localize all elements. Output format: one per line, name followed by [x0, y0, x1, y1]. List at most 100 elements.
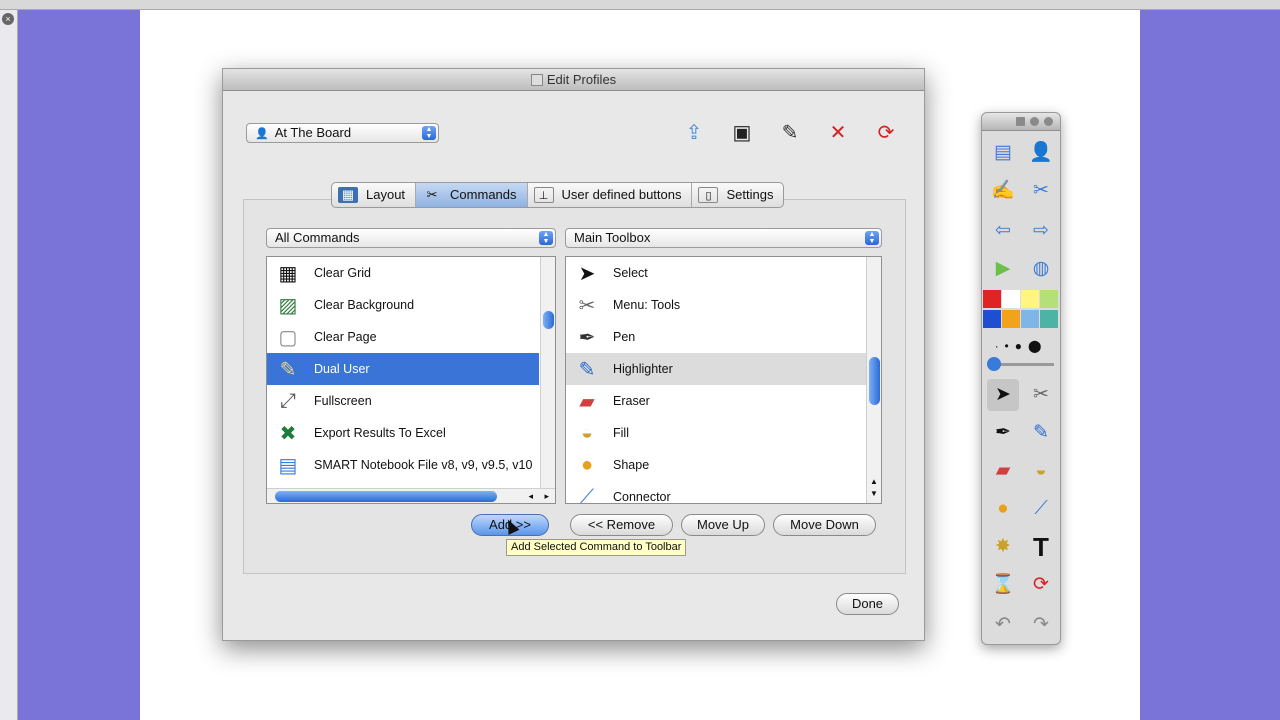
list-item[interactable]: ✒ Pen — [566, 321, 866, 353]
play-icon[interactable]: ▶ — [987, 253, 1019, 285]
page-icon: ▢ — [278, 326, 298, 349]
tab-label: User defined buttons — [561, 187, 682, 202]
vertical-scrollbar[interactable]: ▲ ▼ — [866, 257, 881, 503]
notebook-file-icon: ▤ — [278, 454, 298, 477]
redo-icon[interactable]: ↷ — [1025, 609, 1057, 641]
profile-icon[interactable]: 👤 — [1025, 137, 1057, 169]
toolbox-close-icon[interactable] — [1044, 117, 1053, 126]
main-toolbox-select[interactable]: Main Toolbox ▲ ▼ — [565, 228, 882, 248]
list-item-label: Clear Background — [314, 298, 415, 312]
background-icon: ▨ — [278, 294, 298, 317]
color-swatch-white[interactable] — [1002, 290, 1020, 308]
refresh-icon[interactable]: ⟳ — [872, 119, 900, 147]
highlighter-icon: ✎ — [578, 358, 596, 381]
profile-select[interactable]: 👤 At The Board ▲ ▼ — [246, 123, 439, 143]
handwriting-icon[interactable]: ✍ — [987, 175, 1019, 207]
remove-button[interactable]: << Remove — [570, 514, 673, 536]
list-item[interactable]: ✂ Menu: Tools — [566, 289, 866, 321]
tab-layout[interactable]: ▦ Layout — [332, 183, 417, 207]
list-item[interactable]: ✖ Export Results To Excel — [267, 417, 539, 449]
tab-commands[interactable]: ✂ Commands — [416, 183, 528, 207]
previous-page-icon[interactable]: ⇦ — [987, 215, 1019, 247]
list-item[interactable]: ▤ SMART Notebook File v8, v9, v9.5, v10 — [267, 449, 539, 481]
move-down-button[interactable]: Move Down — [773, 514, 876, 536]
globe-icon[interactable]: ◍ — [1025, 253, 1057, 285]
horizontal-scrollbar[interactable]: ◂ ▸ — [267, 488, 555, 503]
pen-icon[interactable]: ✒ — [987, 417, 1019, 449]
list-item-label: Fullscreen — [314, 394, 372, 408]
delete-icon[interactable]: ✕ — [824, 119, 852, 147]
upload-icon[interactable]: ⇪ — [680, 119, 708, 147]
color-swatch-light-blue[interactable] — [1021, 310, 1039, 328]
save-as-icon[interactable]: ✎ — [776, 119, 804, 147]
color-swatch-yellow[interactable] — [1021, 290, 1039, 308]
toolbox-menu-icon[interactable] — [1016, 117, 1025, 126]
color-swatch-teal[interactable] — [1040, 310, 1058, 328]
all-commands-select[interactable]: All Commands ▲ ▼ — [266, 228, 556, 248]
save-icon[interactable]: ▣ — [728, 119, 756, 147]
page-sorter-icon[interactable]: ▤ — [987, 137, 1019, 169]
list-item[interactable]: ✎ Dual User — [267, 353, 539, 385]
highlighter-icon[interactable]: ✎ — [1025, 417, 1057, 449]
list-item-label: Connector — [613, 490, 671, 504]
list-item-label: Eraser — [613, 394, 650, 408]
shape-icon: ● — [580, 453, 594, 476]
settings-icon: ▯ — [698, 187, 719, 203]
eraser-icon[interactable]: ▰ — [987, 455, 1019, 487]
pointer-icon: ➤ — [578, 262, 596, 285]
scroll-left-icon[interactable]: ◂ — [528, 489, 533, 503]
list-item-label: SMART Notebook File v8, v9, v9.5, v10 — [314, 458, 533, 472]
text-icon[interactable]: T — [1025, 531, 1057, 563]
next-page-icon[interactable]: ⇨ — [1025, 215, 1057, 247]
magic-pen-icon[interactable]: ✸ — [987, 531, 1019, 563]
tab-label: Commands — [450, 187, 517, 202]
refresh-icon[interactable]: ⟳ — [1025, 569, 1057, 601]
close-icon[interactable]: × — [2, 13, 14, 25]
list-item-label: Clear Page — [314, 330, 377, 344]
select-icon[interactable]: ➤ — [987, 379, 1019, 411]
scroll-thumb[interactable] — [869, 357, 880, 405]
list-item[interactable]: ▢ Clear Page — [267, 321, 539, 353]
toolbox-minimize-icon[interactable] — [1030, 117, 1039, 126]
clear-icon[interactable]: ⌛ — [987, 569, 1019, 601]
scroll-thumb[interactable] — [543, 311, 554, 329]
move-up-button[interactable]: Move Up — [681, 514, 765, 536]
list-item[interactable]: ● Shape — [566, 449, 866, 481]
toolbox-items-list[interactable]: ➤ Select ✂ Menu: Tools ✒ Pen ✎ Highlighter ▰… — [565, 256, 882, 504]
tools-icon[interactable]: ✂ — [1025, 379, 1057, 411]
connector-icon[interactable]: ⟋ — [1025, 493, 1057, 525]
color-swatch-orange[interactable] — [1002, 310, 1020, 328]
done-button[interactable]: Done — [836, 593, 899, 615]
list-item[interactable]: ▰ Eraser — [566, 385, 866, 417]
list-item[interactable]: ⟋ Connector — [566, 481, 866, 504]
tab-settings[interactable]: ▯ Settings — [692, 183, 783, 207]
left-strip: × — [0, 10, 18, 720]
list-item[interactable]: ➤ Select — [566, 257, 866, 289]
color-swatch-blue[interactable] — [983, 310, 1001, 328]
list-item[interactable]: ▦ Clear Grid — [267, 257, 539, 289]
tools-icon[interactable]: ✂ — [1025, 175, 1057, 207]
color-swatch-green[interactable] — [1040, 290, 1058, 308]
select-arrows-icon: ▲ ▼ — [865, 231, 879, 245]
scroll-thumb[interactable] — [275, 491, 497, 502]
color-swatch-red[interactable] — [983, 290, 1001, 308]
dialog-titlebar: Edit Profiles — [223, 69, 924, 91]
slider-thumb[interactable] — [987, 357, 1001, 371]
list-item[interactable]: ✎ Highlighter — [566, 353, 866, 385]
list-item[interactable]: ⤢ Fullscreen — [267, 385, 539, 417]
tab-user-defined-buttons[interactable]: ⊥ User defined buttons — [528, 183, 693, 207]
vertical-scrollbar[interactable] — [540, 257, 555, 488]
scroll-up-icon[interactable]: ▲ — [870, 477, 878, 486]
fullscreen-icon: ⤢ — [280, 389, 296, 412]
list-item[interactable]: ◒ Fill — [566, 417, 866, 449]
undo-icon[interactable]: ↶ — [987, 609, 1019, 641]
list-item[interactable]: ▨ Clear Background — [267, 289, 539, 321]
shape-icon[interactable]: ● — [987, 493, 1019, 525]
fill-icon: ◒ — [580, 421, 594, 444]
dialog-icon — [530, 74, 543, 86]
toolbox-titlebar[interactable] — [982, 113, 1060, 131]
commands-list[interactable]: ▦ Clear Grid ▨ Clear Background ▢ Clear Pag… — [266, 256, 556, 504]
scroll-right-icon[interactable]: ▸ — [544, 489, 549, 503]
fill-icon[interactable]: ◒ — [1025, 455, 1057, 487]
scroll-down-icon[interactable]: ▼ — [870, 489, 878, 498]
